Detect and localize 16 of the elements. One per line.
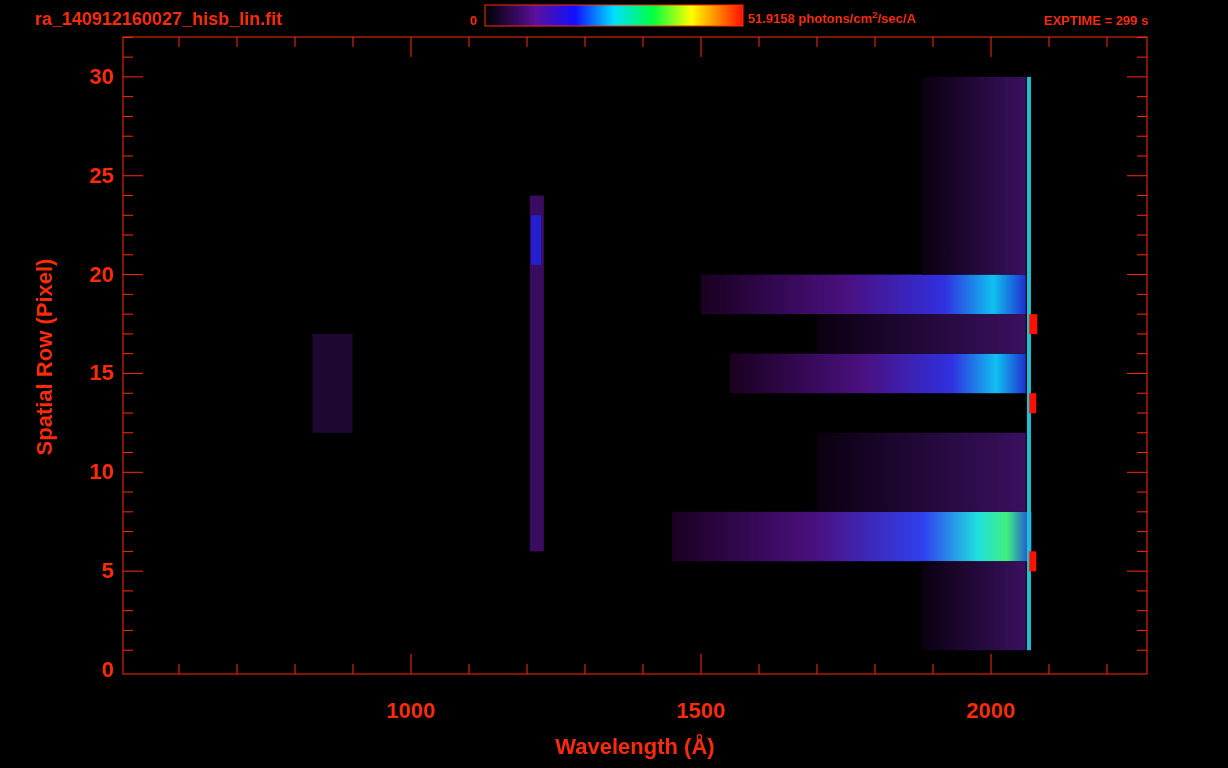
exposure-time: EXPTIME = 299 s [1044, 12, 1149, 30]
plot-title: ra_140912160027_hisb_lin.fit [35, 8, 283, 31]
colorbar-max-label: 51.9158 photons/cm$^{2}$/sec/A [748, 9, 917, 28]
colorbar-min-label: 0 [470, 12, 478, 30]
x-axis-label: Wavelength (Å) [555, 736, 715, 758]
x-tick-label: 1500 [676, 700, 726, 722]
y-tick-label: 0 [101, 659, 114, 681]
y-tick-label: 5 [101, 560, 114, 583]
y-tick-label: 25 [89, 164, 114, 187]
x-tick-label: 2000 [966, 700, 1016, 722]
y-tick-label: 30 [89, 65, 114, 88]
x-tick-label: 1000 [386, 700, 436, 722]
y-tick-label: 10 [89, 461, 114, 484]
y-axis-label: Spatial Row (Pixel) [34, 258, 56, 456]
y-tick-label: 15 [89, 362, 114, 385]
y-tick-label: 20 [89, 263, 114, 286]
